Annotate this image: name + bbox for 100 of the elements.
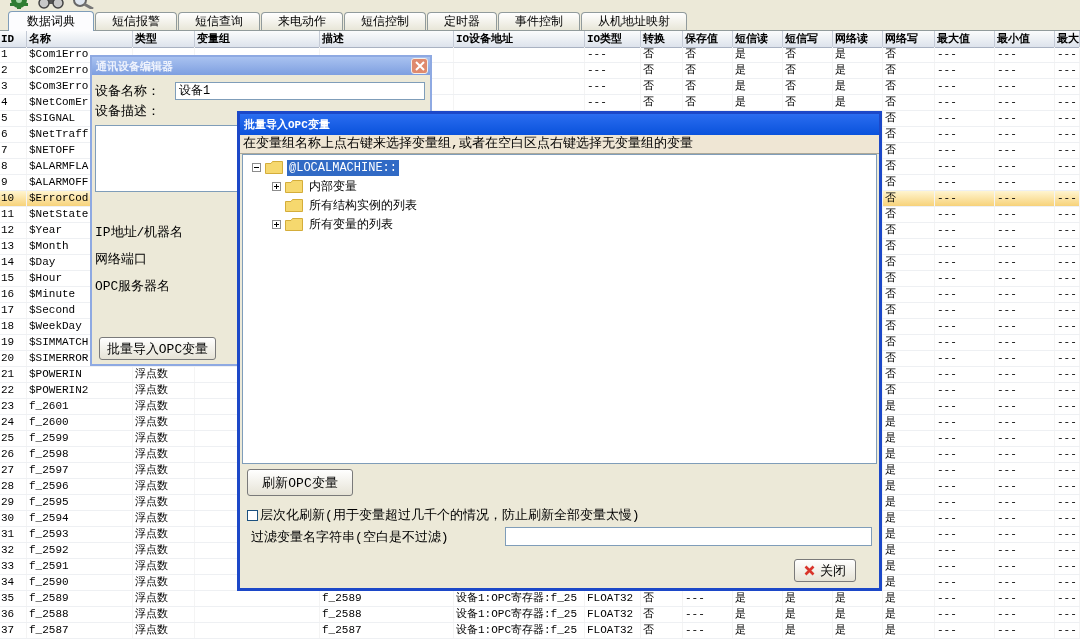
table-cell-text: 25	[0, 431, 16, 446]
table-cell: 否	[685, 47, 696, 62]
table-cell: 是	[735, 47, 746, 62]
table-cell: ---	[997, 143, 1017, 158]
table-cell: ---	[1057, 623, 1077, 638]
table-cell: 是	[835, 607, 846, 622]
table-cell: ---	[1057, 79, 1077, 94]
table-cell: ---	[685, 591, 705, 606]
table-cell: 否	[885, 271, 896, 286]
table-cell-text: 24	[0, 415, 16, 430]
table-cell: ---	[937, 223, 957, 238]
table-cell: ---	[587, 79, 607, 94]
table-cell: 否	[885, 191, 896, 206]
table-cell: 浮点数	[135, 431, 168, 446]
table-cell: 是	[785, 623, 796, 638]
table-cell: ---	[997, 255, 1017, 270]
table-cell: ---	[1057, 399, 1077, 414]
table-cell-text: 1	[0, 47, 9, 62]
field-label: 过滤变量名字符串(空白是不过滤)	[250, 528, 450, 546]
table-cell: ---	[997, 559, 1017, 574]
table-cell: f_2594	[29, 511, 69, 526]
table-cell: 否	[643, 47, 654, 62]
table-cell: ---	[937, 527, 957, 542]
table-cell: $NETOFF	[29, 143, 76, 158]
table-cell: ---	[1057, 575, 1077, 590]
table-cell: ---	[1057, 95, 1077, 110]
table-cell: ---	[1057, 207, 1077, 222]
table-cell: ---	[685, 623, 705, 638]
table-cell: f_2589	[322, 591, 362, 606]
table-cell: ---	[937, 479, 957, 494]
table-cell-text: 14	[0, 255, 16, 270]
table-cell: ---	[997, 383, 1017, 398]
table-cell: ---	[937, 495, 957, 510]
table-cell: ---	[937, 559, 957, 574]
table-cell: 浮点数	[135, 607, 168, 622]
table-cell-text: 18	[0, 319, 16, 334]
table-cell: ---	[937, 607, 957, 622]
table-cell: ---	[1057, 447, 1077, 462]
table-cell-text: 28	[0, 479, 16, 494]
table-cell: ---	[1057, 191, 1077, 206]
table-cell: 否	[643, 95, 654, 110]
table-cell: ---	[1057, 159, 1077, 174]
table-cell: ---	[1057, 303, 1077, 318]
table-cell: ---	[937, 575, 957, 590]
table-cell: 是	[885, 607, 896, 622]
table-cell: $NetComEr	[29, 95, 89, 110]
table-cell-text: 15	[0, 271, 16, 286]
table-cell: f_2591	[29, 559, 69, 574]
table-cell: 否	[643, 623, 654, 638]
table-cell: 否	[785, 63, 796, 78]
table-cell: 否	[685, 95, 696, 110]
table-cell: 是	[885, 415, 896, 430]
table-cell: ---	[997, 351, 1017, 366]
table-cell: $Minute	[29, 287, 76, 302]
table-cell: ---	[1057, 143, 1077, 158]
table-cell: 否	[885, 79, 896, 94]
table-cell: $Second	[29, 303, 76, 318]
table-cell: 是	[885, 431, 896, 446]
table-cell: 浮点数	[135, 495, 168, 510]
table-cell-text: 23	[0, 399, 16, 414]
table-cell-text: 4	[0, 95, 9, 110]
table-cell: 浮点数	[135, 527, 168, 542]
table-cell-text: 2	[0, 63, 9, 78]
table-cell: 否	[885, 95, 896, 110]
table-cell: f_2589	[29, 591, 69, 606]
table-cell: 是	[885, 559, 896, 574]
table-cell: 否	[885, 367, 896, 382]
table-cell: 否	[885, 47, 896, 62]
table-cell: ---	[1057, 543, 1077, 558]
table-cell: ---	[937, 111, 957, 126]
table-cell: $Day	[29, 255, 56, 270]
table-cell: ---	[997, 287, 1017, 302]
table-cell: ---	[997, 47, 1017, 62]
table-cell: 是	[785, 591, 796, 606]
table-cell: 否	[885, 287, 896, 302]
table-cell: ---	[997, 239, 1017, 254]
table-cell: ---	[997, 495, 1017, 510]
table-cell: ---	[937, 239, 957, 254]
table-cell: 否	[885, 207, 896, 222]
table-cell: ---	[1057, 591, 1077, 606]
table-cell: ---	[1057, 607, 1077, 622]
table-cell: $POWERIN	[29, 367, 82, 382]
table-cell: ---	[937, 159, 957, 174]
table-cell: ---	[997, 319, 1017, 334]
table-cell: 是	[885, 591, 896, 606]
table-cell: 否	[643, 591, 654, 606]
table-cell: ---	[1057, 271, 1077, 286]
table-cell: ---	[587, 47, 607, 62]
table-cell: $Com3Erro	[29, 79, 89, 94]
table-cell: ---	[937, 63, 957, 78]
table-cell: ---	[997, 271, 1017, 286]
table-cell: ---	[1057, 431, 1077, 446]
table-cell-text: 11	[0, 207, 16, 222]
table-cell: ---	[1057, 47, 1077, 62]
table-cell: 是	[885, 463, 896, 478]
table-cell-text: 33	[0, 559, 16, 574]
table-cell-text: 5	[0, 111, 9, 126]
table-cell: ---	[997, 447, 1017, 462]
table-cell: 否	[885, 63, 896, 78]
table-cell: 否	[885, 143, 896, 158]
